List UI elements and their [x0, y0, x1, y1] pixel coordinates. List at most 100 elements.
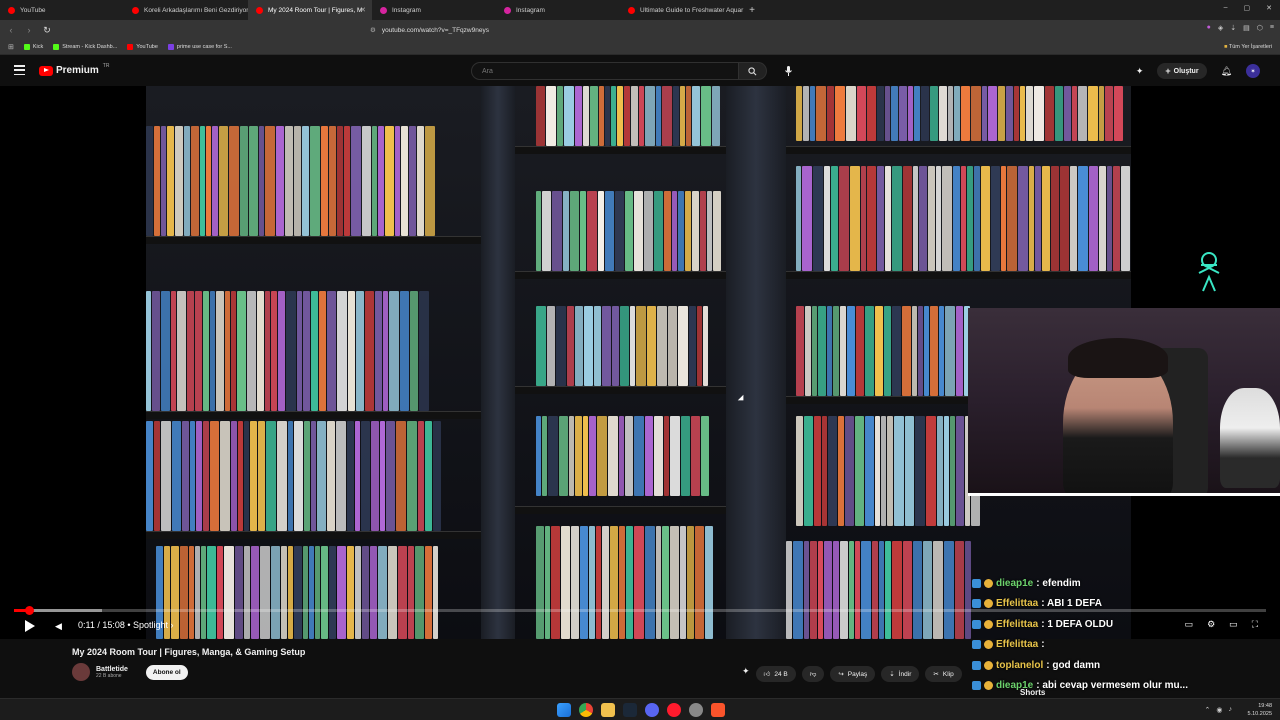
browser-tab[interactable]: Koreli Arkadaşlarımı Beni Gezdiriyor | [124, 0, 248, 20]
manga-spine [172, 421, 181, 531]
chat-message: dieap1e: efendim [972, 573, 1272, 594]
manga-spine [146, 126, 153, 236]
manga-spine [892, 306, 901, 396]
steam-icon[interactable] [623, 703, 637, 717]
close-tab-icon[interactable]: ✕ [360, 6, 366, 14]
forward-icon[interactable]: › [22, 25, 36, 35]
manga-spine [146, 421, 153, 531]
manga-spine [599, 86, 604, 146]
manga-spine [546, 86, 556, 146]
scrubber-knob[interactable] [25, 606, 35, 615]
manga-spine [1088, 86, 1098, 141]
manga-spine [1078, 166, 1088, 271]
site-info-icon[interactable]: ⚙ [370, 26, 376, 34]
browser-tab[interactable]: Instagram [496, 0, 620, 20]
minimize-button[interactable]: – [1224, 4, 1228, 12]
browser-tab[interactable]: Ultimate Guide to Freshwater Aquar [620, 0, 744, 20]
browser-tab[interactable]: Instagram [372, 0, 496, 20]
file-explorer-icon[interactable] [601, 703, 615, 717]
manga-spine [317, 421, 326, 531]
sidebar-icon[interactable]: ▤ [1243, 24, 1250, 32]
windows-start-icon[interactable] [557, 703, 571, 717]
bookmark-item[interactable]: prime use case for S... [167, 44, 232, 50]
manga-spine [634, 416, 644, 496]
discord-icon[interactable] [645, 703, 659, 717]
manga-spine [171, 291, 176, 411]
subscribe-button[interactable]: Abone ol [145, 664, 188, 680]
apps-icon[interactable]: ⊞ [8, 43, 14, 51]
extension-gear-icon[interactable]: ✦ [1136, 66, 1144, 77]
create-button[interactable]: + Oluştur [1157, 63, 1207, 79]
voice-search-button[interactable] [780, 63, 796, 79]
chat-message: Effelittaa: 1 DEFA OLDU [972, 614, 1272, 635]
bookmark-item[interactable]: Kick [23, 44, 43, 50]
browser-tab[interactable]: My 2024 Room Tour | Figures, M ✕ [248, 0, 372, 20]
search-button[interactable] [739, 62, 767, 80]
obs-icon[interactable] [689, 703, 703, 717]
tray-chevron-icon[interactable]: ⌃ [1205, 706, 1211, 714]
clip-button[interactable]: ✂ Klip [925, 666, 962, 682]
extension-icon[interactable]: ● [1207, 24, 1211, 32]
manga-spine [400, 291, 409, 411]
manga-spine [154, 126, 160, 236]
all-bookmarks-folder[interactable]: ■ Tüm Yer İşaretleri [1224, 44, 1272, 50]
dislike-button[interactable]: 👎︎ [801, 666, 825, 682]
speaker-icon[interactable]: ♪ [1229, 706, 1233, 714]
manga-spine [861, 166, 866, 271]
time-display[interactable]: 0:11 / 15:08 • Spotlight › [78, 620, 174, 630]
manga-spine [575, 416, 582, 496]
network-icon[interactable]: ◉ [1216, 706, 1222, 714]
chat-badge-icon [972, 660, 981, 670]
share-button[interactable]: ↪ Paylaş [830, 666, 876, 682]
manga-spine [1099, 86, 1104, 141]
video-player[interactable]: ◀︎ 0:11 / 15:08 • Spotlight › ▭ ⚙ ▭ ⛶ [0, 86, 1280, 639]
shelf [515, 506, 726, 514]
youtube-logo[interactable]: Premium TR [39, 63, 109, 76]
play-icon[interactable] [25, 620, 35, 632]
manga-spine [161, 291, 170, 411]
like-count: 24 B [774, 670, 788, 678]
back-icon[interactable]: ‹ [4, 25, 18, 35]
manga-spine [407, 421, 417, 531]
like-button[interactable]: 👍︎ 24 B [755, 666, 796, 682]
notifications-bell-icon[interactable]: 🔔︎ [1221, 66, 1232, 77]
chrome-icon[interactable] [579, 703, 593, 717]
bookmark-item[interactable]: Stream - Kick Dashb... [53, 44, 117, 50]
brave-icon[interactable] [711, 703, 725, 717]
manga-spine [672, 191, 677, 271]
manga-spine [814, 416, 821, 526]
account-avatar[interactable]: ✶ [1246, 64, 1260, 78]
reload-icon[interactable]: ↻ [40, 25, 54, 36]
manga-spine [954, 86, 960, 141]
download-icon[interactable]: ⇣ [1230, 24, 1236, 32]
bookmarks-bar: ⊞ Kick Stream - Kick Dashb... YouTube prime… [0, 40, 1280, 55]
channel-name[interactable]: Battletide [96, 666, 128, 673]
shorts-label[interactable]: Shorts [1020, 688, 1045, 697]
search-input[interactable] [471, 62, 739, 80]
manga-spine [542, 416, 547, 496]
new-tab-button[interactable]: + [744, 5, 760, 16]
opera-icon[interactable] [667, 703, 681, 717]
manga-row [796, 166, 1131, 271]
hamburger-menu-icon[interactable] [14, 65, 25, 75]
browser-tab[interactable]: YouTube [0, 0, 124, 20]
manga-spine [206, 126, 211, 236]
manga-spine [1099, 166, 1106, 271]
close-window-button[interactable]: ✕ [1266, 4, 1272, 12]
maximize-button[interactable]: ▢ [1244, 4, 1251, 12]
volume-icon[interactable]: ◀︎ [55, 621, 62, 632]
manga-spine [210, 291, 215, 411]
bookmark-item[interactable]: YouTube [127, 44, 158, 50]
manga-spine [1121, 166, 1130, 271]
url-field[interactable]: ⚙ youtube.com/watch?v=_TFqzw9neys [370, 23, 910, 37]
download-button[interactable]: ⇣ İndir [881, 666, 920, 682]
menu-icon[interactable]: ≡ [1270, 24, 1274, 32]
channel-avatar[interactable] [72, 663, 90, 681]
clock-time: 19:48 [1258, 703, 1272, 709]
manga-spine [634, 191, 643, 271]
puzzle-icon[interactable]: ◈ [1218, 24, 1223, 32]
taskbar-clock[interactable]: 19:48 5.10.2025 [1248, 702, 1272, 718]
shield-icon[interactable]: ⬡ [1257, 24, 1263, 32]
extension-action-icon[interactable]: ✦ [742, 666, 750, 682]
manga-spine [689, 306, 696, 386]
